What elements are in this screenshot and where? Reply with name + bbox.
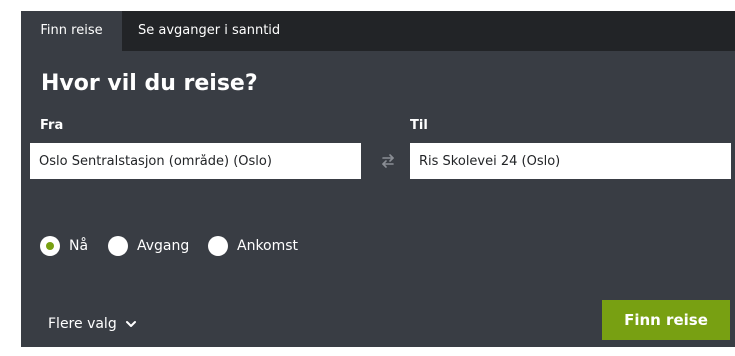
radio-label-ankomst: Ankomst	[237, 238, 299, 254]
radio-circle	[40, 236, 60, 256]
radio-circle	[108, 236, 128, 256]
to-label: Til	[410, 118, 428, 133]
swap-arrows-icon	[382, 154, 394, 168]
radio-avgang[interactable]: Avgang	[108, 235, 203, 257]
page-title: Hvor vil du reise?	[41, 71, 258, 96]
from-label: Fra	[40, 118, 64, 133]
radio-circle	[208, 236, 228, 256]
radio-label-avgang: Avgang	[137, 238, 190, 254]
swap-button[interactable]	[377, 150, 399, 172]
search-button[interactable]: Finn reise	[602, 300, 730, 340]
radio-ankomst[interactable]: Ankomst	[208, 235, 318, 257]
radio-na[interactable]: Nå	[40, 235, 100, 257]
tab-sanntid[interactable]: Se avganger i sanntid	[138, 11, 280, 51]
radio-label-na: Nå	[69, 238, 89, 254]
more-options-label: Flere valg	[48, 316, 117, 332]
tab-finn-reise[interactable]: Finn reise	[21, 11, 122, 51]
chevron-down-icon	[126, 321, 137, 327]
from-input[interactable]	[30, 143, 361, 179]
more-options-toggle[interactable]: Flere valg	[48, 313, 137, 335]
radio-selected-dot	[46, 242, 54, 250]
to-input[interactable]	[410, 143, 731, 179]
travel-planner-panel: Finn reise Se avganger i sanntid Hvor vi…	[21, 11, 735, 347]
tab-bar: Finn reise Se avganger i sanntid	[21, 11, 735, 51]
